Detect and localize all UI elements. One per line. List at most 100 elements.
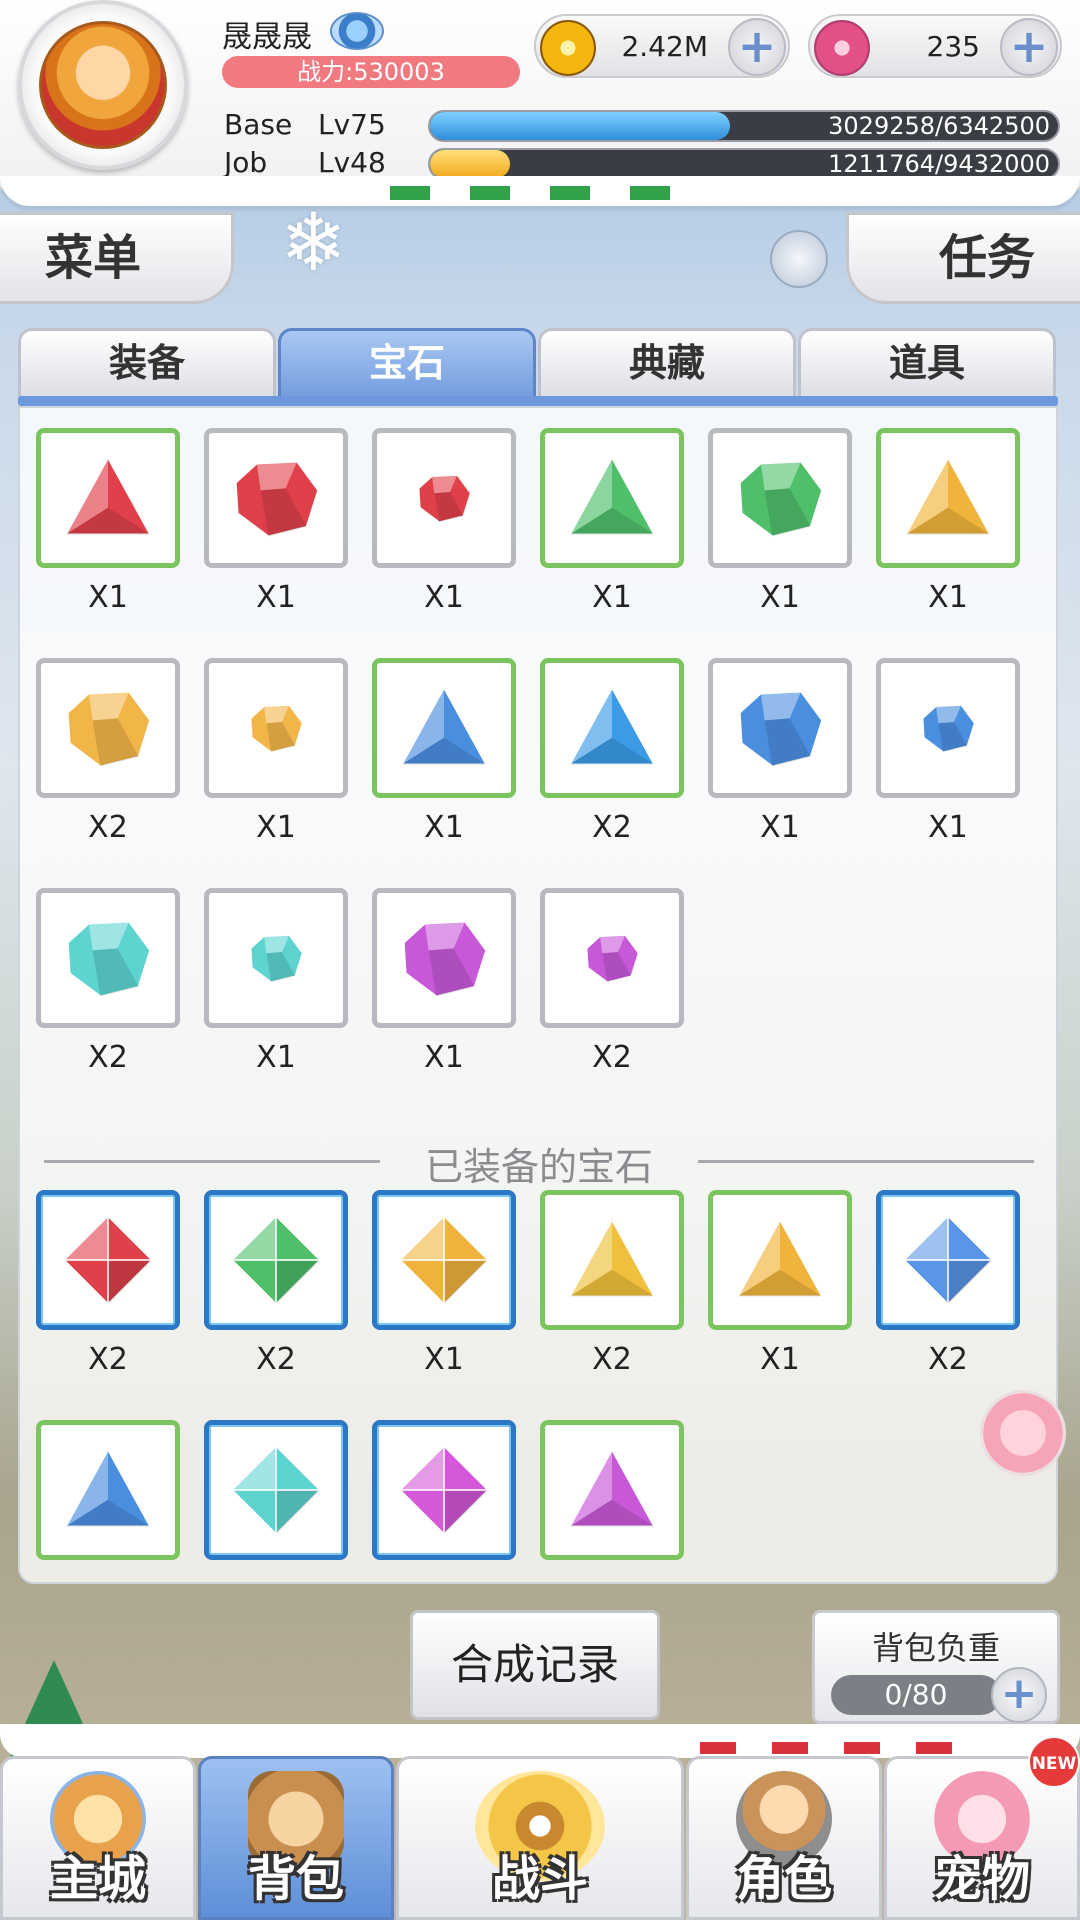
yellow-triangle-gem-icon [732,1212,828,1308]
gem-quantity: X2 [592,1040,632,1075]
nav-backpack[interactable]: 背包 [198,1756,394,1920]
synthesis-record-button[interactable]: 合成记录 [410,1610,660,1720]
gem-slot[interactable] [204,658,348,798]
gem-slot[interactable] [540,658,684,798]
nav-label: 背包 [247,1851,344,1907]
expand-bag-button[interactable]: + [991,1667,1047,1723]
nav-main-city[interactable]: 主城 [0,1756,196,1920]
zeny-value: 2.42M [621,30,708,63]
gem-quantity: X2 [88,1040,128,1075]
gem-slot[interactable] [876,658,1020,798]
purple-triangle-gem-icon [564,1442,660,1538]
gem-quantity: X1 [88,580,128,615]
job-level: Lv48 [318,146,386,179]
floating-pet-icon[interactable] [980,1390,1066,1476]
gem-slot[interactable] [204,428,348,568]
gem-quantity: X1 [760,1342,800,1377]
gem-quantity: X1 [760,580,800,615]
gem-slot[interactable] [876,1190,1020,1330]
green-rough-gem-icon [732,450,828,546]
tab-collection[interactable]: 典藏 [538,328,796,400]
top-status-bar: 晟晟晟 战力:530003 2.42M + 235 + Base Lv75 30… [0,0,1080,190]
green-diamond-gem-icon [228,1212,324,1308]
gem-slot[interactable] [540,1420,684,1560]
avatar[interactable] [39,21,167,149]
gem-quantity: X1 [256,1040,296,1075]
bottom-navigation: 主城 背包 战斗 角色 宠物 [0,1756,1080,1920]
gem-quantity: X1 [424,1040,464,1075]
equipped-gems-title: 已装备的宝石 [424,1145,653,1189]
gem-quantity: X2 [88,810,128,845]
gem-slot[interactable] [204,1190,348,1330]
blue-small-gem-icon [918,698,978,758]
gem-quantity: X1 [424,580,464,615]
gem-slot[interactable] [708,1190,852,1330]
gem-slot[interactable] [876,428,1020,568]
gem-slot[interactable] [36,888,180,1028]
gem-slot[interactable] [708,658,852,798]
task-button[interactable]: 任务 [846,212,1080,304]
purple-rough-gem-icon [396,910,492,1006]
gem-slot[interactable] [540,1190,684,1330]
gem-slot[interactable] [372,1190,516,1330]
menu-button[interactable]: 菜单 [0,212,234,304]
gem-slot[interactable] [372,428,516,568]
gem-slot[interactable] [372,1420,516,1560]
gem-quantity: X2 [592,810,632,845]
cyan-small-gem-icon [246,928,306,988]
gem-slot[interactable] [708,428,852,568]
job-exp-fill [430,150,511,178]
add-gems-button[interactable]: + [1000,18,1058,76]
equipped-divider: 已装备的宝石 [44,1136,1034,1189]
gem-quantity: X2 [592,1342,632,1377]
gem-slot[interactable] [204,888,348,1028]
base-exp-bar: 3029258/6342500 [428,110,1060,142]
nav-character[interactable]: 角色 [686,1756,882,1920]
gem-quantity: X2 [256,1342,296,1377]
gem-quantity: X1 [256,580,296,615]
base-label: Base [224,108,293,141]
nav-label: 宠物 [933,1851,1030,1907]
cyan-diamond-gem-icon [228,1442,324,1538]
gem-slot[interactable] [36,1420,180,1560]
gem-counter: 235 + [808,14,1062,78]
combat-power: 战力:530003 [222,56,520,88]
cyan-rough-gem-icon [60,910,156,1006]
red-rough-gem-icon [228,450,324,546]
gem-slot[interactable] [540,888,684,1028]
job-exp-text: 1211764/9432000 [828,150,1050,178]
gem-slot[interactable] [36,1190,180,1330]
gem-slot[interactable] [372,658,516,798]
blue-diamond-gem-icon [900,1212,996,1308]
gem-slot[interactable] [36,658,180,798]
blue-triangle-gem-icon [60,1442,156,1538]
gem-slot[interactable] [36,428,180,568]
tab-equipment[interactable]: 装备 [18,328,276,400]
new-badge: NEW [1028,1736,1080,1788]
gem-quantity: X2 [928,1342,968,1377]
gem-slot[interactable] [540,428,684,568]
gem-quantity: X1 [424,810,464,845]
blue-rough-gem-icon [732,680,828,776]
blue-triangle-gem-icon [564,680,660,776]
tab-underline [18,396,1058,406]
tab-items[interactable]: 道具 [798,328,1056,400]
gem-slot[interactable] [372,888,516,1028]
nav-battle[interactable]: 战斗 [396,1756,684,1920]
red-diamond-gem-icon [60,1212,156,1308]
gem-quantity: X1 [760,810,800,845]
avatar-frame[interactable] [18,0,188,170]
divider-line-right [698,1160,1034,1163]
red-triangle-gem-icon [60,450,156,546]
zeny-coin-icon [540,20,596,76]
nav-label: 战斗 [491,1851,588,1907]
add-zeny-button[interactable]: + [728,18,786,76]
vip-badge-icon[interactable] [330,12,384,50]
red-small-gem-icon [414,468,474,528]
blue-triangle-gem-icon [396,680,492,776]
gem-quantity: X1 [256,810,296,845]
yellow-triangle-gem-icon [564,1212,660,1308]
base-exp-fill [430,112,731,140]
zeny-counter: 2.42M + [534,14,790,78]
gem-slot[interactable] [204,1420,348,1560]
